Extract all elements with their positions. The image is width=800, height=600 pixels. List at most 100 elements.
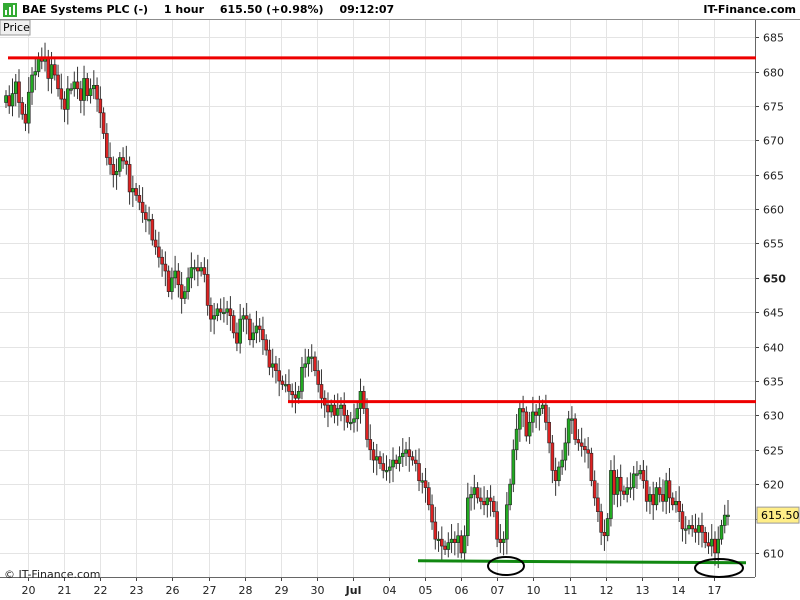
candle-body [118,157,122,172]
candle-body [417,463,421,482]
support-line[interactable] [417,559,747,565]
candle-body [261,329,265,341]
candle-body [121,157,125,162]
candle-body [501,538,506,543]
candle-body [400,452,405,457]
candle-body [394,459,399,464]
candle-body [212,315,216,320]
candle-body [176,270,181,286]
candle-body [381,463,386,471]
candle-body [576,439,581,444]
candle-body [557,466,561,482]
time-tick-label: 17 [708,584,722,597]
candle-body [667,480,672,499]
candle-body [358,391,363,409]
candle-body [296,391,301,399]
candle-body [638,470,642,475]
candle-body [254,325,259,334]
candle-body [550,442,555,471]
candle-body [631,473,636,488]
candle-body [670,497,675,506]
candle-body [153,239,158,248]
candle-body [612,470,616,495]
candle-body [583,446,587,451]
price-change: 615.50 (+0.98%) [219,3,324,16]
candle-body [492,501,496,512]
candle-body [7,95,12,107]
time-tick-label: 20 [22,584,36,597]
candle [524,406,529,442]
candle-body [352,418,356,423]
candle-body [108,157,112,165]
candle-body [20,102,25,115]
candle-body [404,449,408,454]
price-tick-label: 660 [763,204,784,217]
candle-body [648,494,652,502]
candle-body [95,85,99,100]
candle-body [387,466,392,471]
candle-body [657,487,662,495]
candle-body [326,404,330,413]
candle-body [495,511,499,540]
candle-body [17,81,21,103]
candle-body [160,256,164,265]
candle-body [33,71,38,76]
time-tick-label: 29 [275,584,289,597]
candle-body [443,545,447,550]
candle-body [75,81,80,90]
candle-body [319,384,324,399]
candle-body [696,525,701,533]
candle-body [459,535,464,554]
candle-body [371,449,376,461]
candle-body [355,408,360,420]
candle-body [625,487,629,495]
candle-body [713,538,717,554]
candle-body [283,384,288,387]
candle-body [72,81,77,90]
price-tick-label: 630 [763,410,784,423]
candle-body [140,201,145,213]
candle-body [566,418,571,444]
candle-body [726,514,730,517]
candle-body [290,391,294,396]
candle-body [36,57,41,72]
candle-body [505,504,509,540]
candle-body [407,449,412,457]
candle-body [244,315,249,320]
candle-body [563,442,568,461]
candle-body [147,219,151,222]
candle-body [309,356,314,359]
candle-body [605,518,610,537]
candle-body [88,88,93,96]
current-price-label: 615.50 [761,509,800,522]
candle-body [241,315,246,320]
candle-body [680,511,685,530]
candle-body [674,501,678,506]
candle-body [365,408,369,440]
candle-body [183,291,187,299]
time-tick-label: 22 [94,584,108,597]
candle-body [413,459,418,464]
candle-body [420,480,425,483]
candle-body [46,57,51,79]
candle-body [348,421,353,425]
time-tick-label: 13 [636,584,650,597]
price-chart[interactable]: 6106156206256306356406456506556606656706… [0,0,800,600]
candle-body [238,318,242,344]
candle-body [192,267,197,270]
bar-chart-icon [3,3,17,17]
candle-body [329,404,334,413]
candle-body [287,384,291,392]
candle-body [449,538,454,543]
candle-body [570,418,574,421]
time-tick-label: 21 [58,584,72,597]
candle-body [264,339,268,351]
candle-body [267,349,272,368]
time-tick-label: 07 [491,584,505,597]
candle-body [231,315,236,334]
time-tick-label: 06 [455,584,469,597]
candle-body [257,325,262,330]
candle-body [202,267,207,275]
candle-body [274,363,278,372]
candle-body [469,494,473,499]
